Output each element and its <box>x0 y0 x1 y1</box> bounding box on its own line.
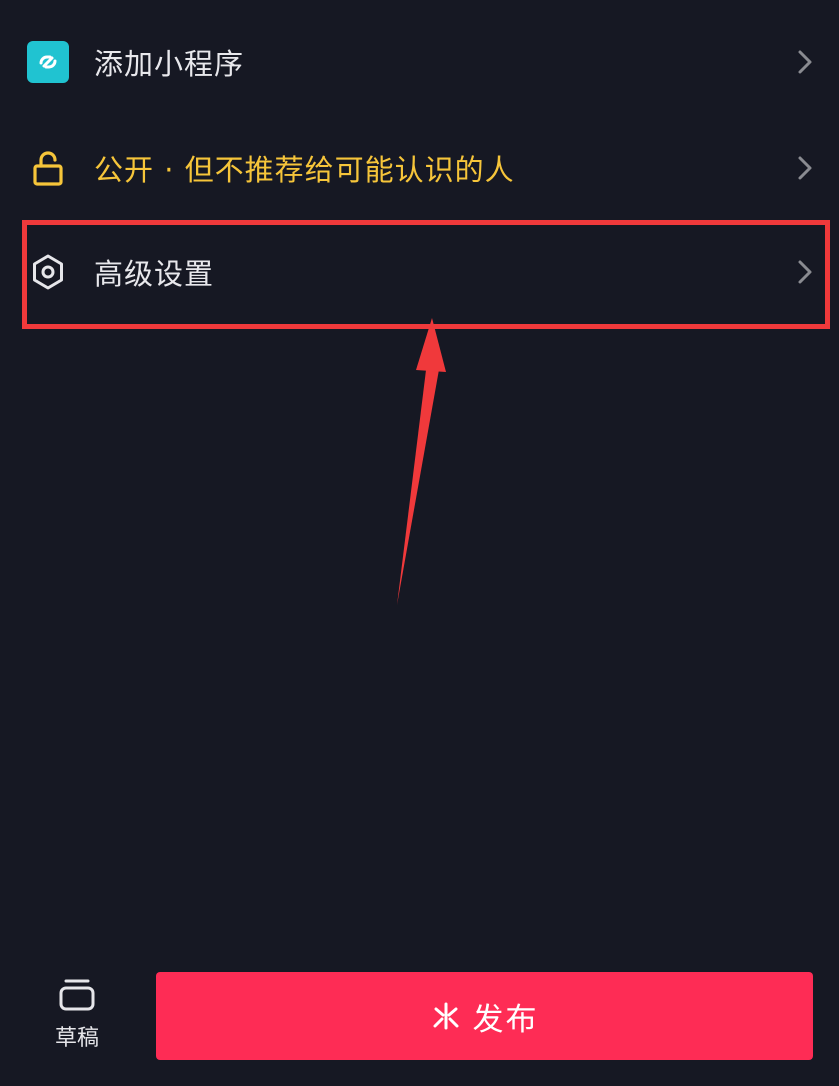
bottom-bar: 草稿 发布 <box>0 960 839 1086</box>
privacy-setting-label: 公开 · 但不推荐给可能认识的人 <box>94 153 515 187</box>
screen: 添加小程序 公开 · 但不推荐给可能认识的人 高级设置 草稿 发布 <box>0 0 839 1086</box>
draft-label: 草稿 <box>54 1026 99 1051</box>
chevron-right-icon <box>798 156 812 180</box>
draft-box-icon <box>59 979 95 1011</box>
sparkle-icon <box>433 1002 458 1030</box>
unlock-icon <box>27 147 69 189</box>
publish-label: 发布 <box>472 1001 539 1038</box>
draft-button[interactable]: 草稿 <box>40 978 114 1058</box>
annotation-highlight-box <box>22 220 830 329</box>
privacy-setting-row[interactable]: 公开 · 但不推荐给可能认识的人 <box>0 116 839 220</box>
publish-button[interactable]: 发布 <box>156 972 813 1060</box>
add-mini-program-row[interactable]: 添加小程序 <box>0 10 839 114</box>
add-mini-program-label: 添加小程序 <box>94 47 245 81</box>
mini-program-icon <box>27 41 69 83</box>
chevron-right-icon <box>798 50 812 74</box>
